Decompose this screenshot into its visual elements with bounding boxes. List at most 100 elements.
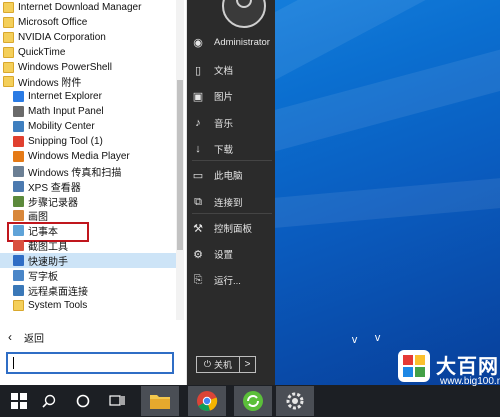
program-list-item[interactable]: Snipping Tool (1) [0, 134, 176, 149]
program-list-item[interactable]: NVIDIA Corporation [0, 30, 176, 45]
chrome-taskbar-button[interactable] [188, 386, 226, 416]
remote-desktop-icon [13, 284, 24, 296]
places-item-label: 控制面板 [214, 224, 253, 235]
settings-icon: ⚙ [193, 248, 203, 261]
taskbar-search-button[interactable] [32, 385, 66, 417]
bird-decoration-icon: ᵛ [352, 334, 358, 351]
search-icon [42, 394, 56, 408]
program-list-item[interactable]: 截图工具 [0, 238, 176, 253]
picture-icon: ▣ [192, 90, 204, 103]
program-list: Internet Download Manager Microsoft Offic… [0, 0, 176, 320]
folder-icon [150, 395, 170, 409]
program-label: Internet Download Manager [18, 1, 142, 13]
scrollbar-thumb[interactable] [177, 80, 183, 250]
program-list-item[interactable]: Microsoft Office [0, 15, 176, 30]
steps-recorder-icon [13, 195, 24, 207]
program-label: 步骤记录器 [28, 197, 78, 209]
settings-taskbar-button[interactable] [276, 386, 314, 416]
program-list-item[interactable]: 写字板 [0, 268, 176, 283]
text-caret [13, 357, 14, 369]
program-list-item[interactable]: 快速助手 [0, 253, 176, 268]
program-list-item[interactable]: Windows 附件 [0, 74, 176, 89]
chrome-icon [197, 391, 218, 411]
power-options-arrow-button[interactable]: > [240, 356, 256, 373]
watermark-logo-icon [398, 350, 430, 382]
folder-icon [3, 61, 14, 73]
download-icon: ↓ [195, 143, 201, 155]
program-label: Windows PowerShell [18, 61, 112, 73]
run-icon: ⎘ [193, 273, 203, 286]
program-list-item[interactable]: 画图 [0, 208, 176, 223]
task-view-button[interactable] [100, 385, 134, 417]
program-list-item[interactable]: System Tools [0, 298, 176, 313]
program-label: Windows Media Player [28, 150, 130, 162]
program-label: XPS 查看器 [28, 182, 81, 194]
paint-icon [13, 210, 24, 222]
program-label: 画图 [28, 212, 48, 224]
places-item[interactable]: ↓ 下载 [192, 137, 282, 161]
places-item[interactable]: ▣ 图片 [192, 84, 282, 108]
program-list-item[interactable]: Internet Explorer [0, 89, 176, 104]
program-list-item[interactable]: Windows Media Player [0, 149, 176, 164]
places-item-label: 文档 [214, 66, 234, 77]
program-list-item[interactable]: Math Input Panel [0, 104, 176, 119]
places-item-label: 设置 [214, 250, 234, 261]
program-label: 写字板 [28, 271, 58, 283]
snip-icon [13, 240, 24, 252]
places-item-label: 运行... [214, 276, 241, 287]
program-list-item[interactable]: Windows PowerShell [0, 60, 176, 75]
program-list-item[interactable]: Internet Download Manager [0, 0, 176, 15]
ie-icon [13, 91, 24, 103]
menu-separator [192, 213, 272, 214]
folder-icon [3, 46, 14, 58]
start-menu-app-list: Internet Download Manager Microsoft Offic… [0, 0, 187, 385]
program-label: 记事本 [28, 227, 58, 239]
program-list-item[interactable]: Windows 传真和扫描 [0, 164, 176, 179]
program-label: QuickTime [18, 46, 66, 58]
program-label: Snipping Tool (1) [28, 135, 103, 147]
program-list-item[interactable]: 步骤记录器 [0, 194, 176, 209]
program-list-item[interactable]: 远程桌面连接 [0, 283, 176, 298]
notepad-icon [13, 225, 24, 237]
places-item[interactable]: ⚒ 控制面板 [192, 216, 282, 240]
back-button[interactable]: ‹ 返回 [0, 328, 186, 346]
program-label: System Tools [28, 299, 88, 311]
program-list-item[interactable]: 记事本 [0, 222, 176, 243]
scissors-icon [13, 135, 24, 147]
program-label: Math Input Panel [28, 106, 104, 118]
places-item-label: 此电脑 [214, 171, 243, 182]
shutdown-button[interactable]: ⏻ 关机 [196, 356, 240, 373]
chevron-left-icon: ‹ [8, 330, 12, 344]
program-list-item[interactable]: XPS 查看器 [0, 179, 176, 194]
search-input[interactable] [6, 352, 174, 374]
places-item[interactable]: ▯ 文档 [192, 58, 282, 82]
folder-icon [3, 31, 14, 43]
shutdown-label: 关机 [214, 360, 233, 370]
user-name: Administrator [214, 36, 270, 48]
places-item[interactable]: ♪ 音乐 [192, 111, 282, 135]
connect-icon: ⧉ [194, 195, 202, 208]
file-explorer-taskbar-button[interactable] [141, 386, 179, 416]
windows-logo-icon [11, 393, 27, 409]
start-button[interactable] [2, 385, 36, 417]
bird-decoration-icon: ᵛ [375, 332, 381, 349]
places-item[interactable]: ⧉ 连接到 [192, 190, 282, 214]
program-label: 快速助手 [28, 257, 68, 269]
document-icon: ▯ [194, 64, 202, 77]
places-item[interactable]: ⎘ 运行... [192, 268, 282, 292]
gear-icon [286, 392, 304, 410]
cortana-button[interactable] [66, 385, 100, 417]
places-item-label: 图片 [214, 92, 234, 103]
program-list-item[interactable]: Mobility Center [0, 119, 176, 134]
places-item[interactable]: ⚙ 设置 [192, 242, 282, 266]
math-icon [13, 106, 24, 118]
chevron-right-icon: > [244, 359, 251, 370]
music-icon: ♪ [195, 117, 201, 129]
program-list-item[interactable]: QuickTime [0, 45, 176, 60]
user-account-item[interactable]: ◉ Administrator [192, 30, 282, 54]
update-app-taskbar-button[interactable] [234, 386, 272, 416]
places-item[interactable]: ▭ 此电脑 [192, 163, 282, 187]
folder-icon [3, 76, 14, 88]
folder-icon [3, 1, 14, 13]
media-player-icon [13, 150, 24, 162]
